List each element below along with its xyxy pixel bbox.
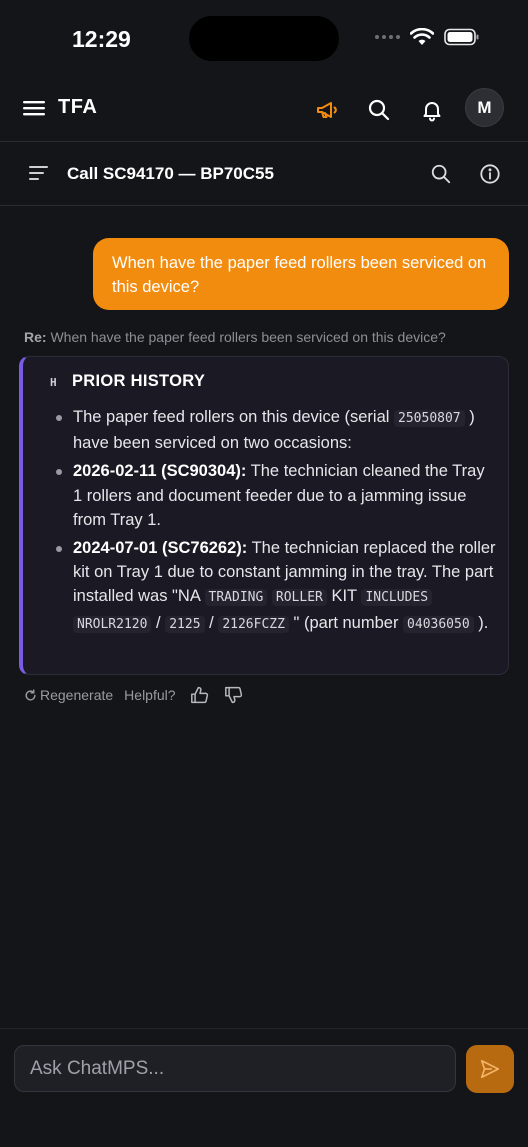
part-code: NROLR2120: [73, 615, 152, 633]
info-icon[interactable]: [475, 159, 505, 189]
app-header: TFA M: [0, 78, 528, 142]
part-text: KIT: [331, 587, 357, 606]
slash: /: [156, 613, 161, 632]
part-number-code: 04036050: [403, 615, 474, 633]
part-code: 2126FCZZ: [218, 615, 289, 633]
part-code: 2125: [165, 615, 205, 633]
list-icon[interactable]: [28, 164, 50, 187]
entry-end: ).: [478, 613, 489, 632]
composer: [0, 1028, 528, 1147]
answer-actions: Regenerate Helpful?: [24, 686, 244, 704]
send-button[interactable]: [466, 1045, 514, 1093]
refresh-icon: [25, 688, 36, 700]
list-item: 2024-07-01 (SC76262): The technician rep…: [56, 536, 496, 637]
status-bar: 12:29: [0, 0, 528, 78]
thumbs-up-icon[interactable]: [190, 686, 210, 704]
entry-date: 2024-07-01 (SC76262):: [73, 539, 248, 558]
part-number-label: " (part number: [293, 613, 399, 632]
card-heading: PRIOR HISTORY: [72, 372, 206, 390]
intro-text: The paper feed rollers on this device (s…: [73, 408, 390, 426]
wifi-icon: [410, 28, 434, 45]
history-badge: H: [50, 376, 57, 389]
status-time: 12:29: [72, 26, 131, 52]
dynamic-island: [189, 16, 339, 61]
call-title: Call SC94170 — BP70C55: [67, 164, 274, 183]
answer-card: H PRIOR HISTORY The paper feed rollers o…: [19, 356, 509, 675]
megaphone-icon[interactable]: [312, 95, 342, 125]
battery-icon: [444, 28, 479, 46]
part-code: ROLLER: [271, 589, 327, 607]
call-header: Call SC94170 — BP70C55: [0, 142, 528, 206]
part-code: TRADING: [204, 589, 268, 607]
thumbs-down-icon[interactable]: [224, 686, 244, 704]
history-list: The paper feed rollers on this device (s…: [56, 405, 496, 641]
search-icon[interactable]: [364, 95, 394, 125]
status-icons: [375, 28, 480, 46]
hamburger-menu-icon[interactable]: [22, 98, 46, 123]
list-item: 2026-02-11 (SC90304): The technician cle…: [56, 459, 496, 532]
part-code: INCLUDES: [361, 589, 433, 607]
user-message-bubble: When have the paper feed rollers been se…: [93, 238, 509, 310]
helpful-label: Helpful?: [124, 687, 176, 703]
regenerate-label: Regenerate: [40, 687, 114, 703]
avatar[interactable]: M: [465, 88, 504, 127]
signal-icon: [375, 35, 400, 39]
regenerate-button[interactable]: Regenerate: [24, 687, 113, 703]
entry-date: 2026-02-11 (SC90304):: [73, 462, 247, 481]
chat-input[interactable]: [14, 1045, 456, 1092]
re-prefix: Re:: [24, 329, 47, 345]
call-search-icon[interactable]: [426, 159, 456, 189]
reply-reference: Re: When have the paper feed rollers bee…: [24, 329, 446, 345]
re-text: When have the paper feed rollers been se…: [50, 329, 446, 345]
list-item: The paper feed rollers on this device (s…: [56, 405, 496, 455]
send-icon: [480, 1059, 500, 1079]
serial-code: 25050807: [394, 410, 465, 427]
slash: /: [209, 613, 214, 632]
app-brand: TFA: [58, 96, 98, 118]
bell-icon[interactable]: [417, 95, 447, 125]
